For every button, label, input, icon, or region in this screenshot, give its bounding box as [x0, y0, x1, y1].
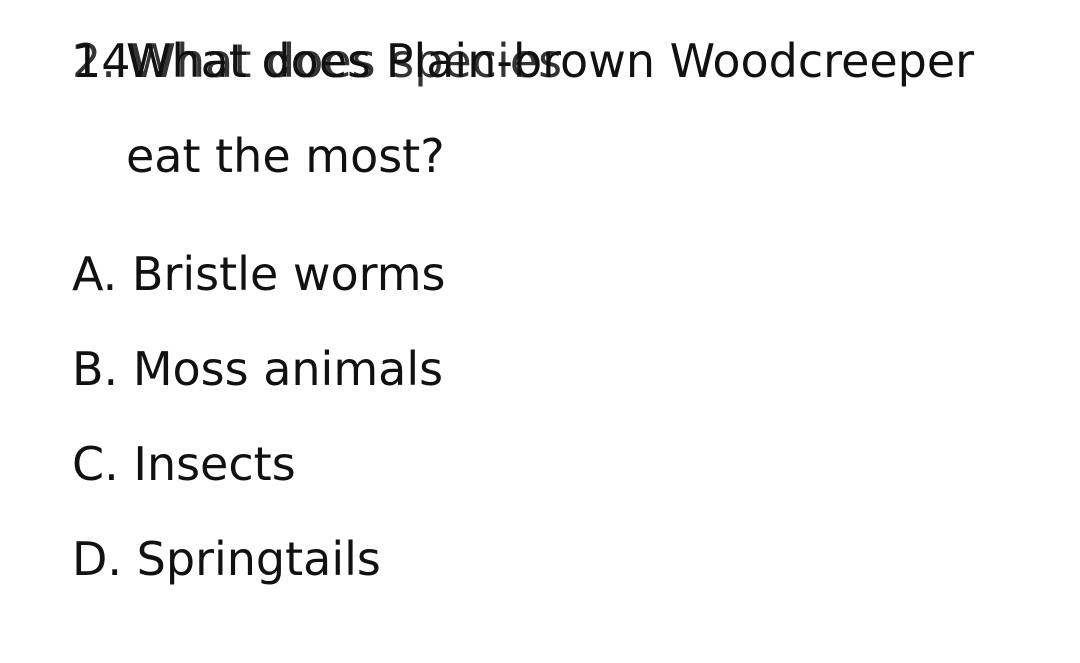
- option-c-text: Insects: [133, 437, 296, 491]
- option-d[interactable]: D. Springtails: [72, 528, 381, 590]
- option-b-letter: B.: [72, 342, 119, 396]
- option-d-text: Springtails: [136, 532, 381, 586]
- option-d-letter: D.: [72, 532, 123, 586]
- question-text-line-2: eat the most?: [126, 129, 445, 183]
- option-c[interactable]: C. Insects: [72, 433, 296, 495]
- option-a-text: Bristle worms: [131, 247, 446, 301]
- option-a[interactable]: A. Bristle worms: [72, 243, 446, 305]
- option-a-letter: A.: [72, 247, 118, 301]
- question-overlay-text: 2. What does species: [72, 34, 563, 88]
- option-b-text: Moss animals: [132, 342, 444, 396]
- option-c-letter: C.: [72, 437, 119, 491]
- option-b[interactable]: B. Moss animals: [72, 338, 443, 400]
